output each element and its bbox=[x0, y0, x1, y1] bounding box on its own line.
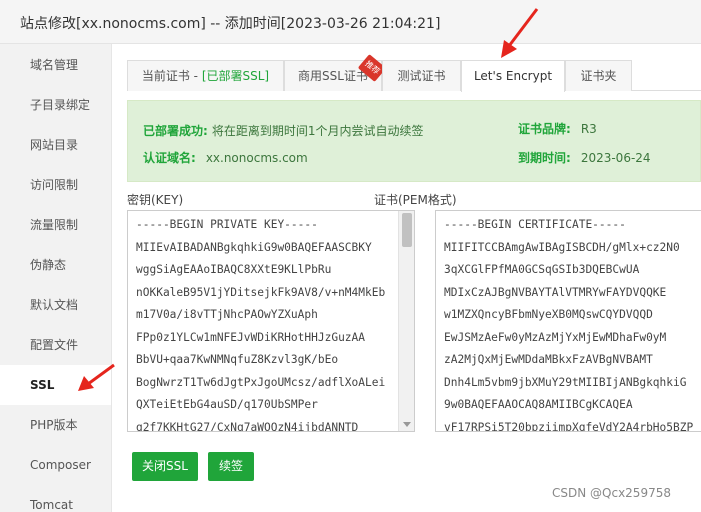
cert-line: MDIxCzAJBgNVBAYTAlVTMRYwFAYDVQQKE bbox=[444, 285, 667, 299]
sidebar-item-domain[interactable]: 域名管理 bbox=[0, 45, 111, 85]
cert-line: Dnh4Lm5vbm9jbXMuY29tMIIBIjANBgkqhkiG bbox=[444, 375, 687, 389]
tab-current-cert-label: 当前证书 - bbox=[141, 69, 202, 83]
cert-line: zA2MjQxMjEwMDdaMBkxFzAVBgNVBAMT bbox=[444, 353, 653, 366]
brand-value: R3 bbox=[580, 122, 597, 136]
tab-test-cert-label: 测试证书 bbox=[397, 69, 446, 83]
cert-line: MIIFITCCBAmgAwIBAgISBCDH/gMlx+cz2N0 bbox=[444, 240, 680, 254]
main-panel: 当前证书 - [已部署SSL] 商用SSL证书 推荐 测试证书 Let's En… bbox=[127, 44, 701, 512]
key-line: MIIEvAIBADANBgkqhkiG9w0BAQEFAASCBKY bbox=[136, 240, 372, 254]
cert-line: w1MZXQncyBFbmNyeXB0MQswCQYDVQQD bbox=[444, 308, 653, 321]
tab-commercial-ssl[interactable]: 商用SSL证书 推荐 bbox=[284, 54, 387, 91]
key-line: BogNwrzT1Tw6dJgtPxJgoUMcsz/adflXoALei bbox=[136, 375, 386, 389]
tab-cert-folder-label: 证书夹 bbox=[580, 69, 617, 83]
cert-info-panel: 已部署成功: 将在距离到期时间1个月内尝试自动续签 认证域名: xx.nonocms… bbox=[127, 100, 701, 182]
expiry-label: 到期时间: bbox=[518, 151, 571, 165]
key-line: nOKKaleB95V1jYDitsejkFk9AV8/v+nM4MkEb bbox=[136, 285, 386, 299]
key-line: m17V0a/i8vTTjNhcPAOwYZXuAph bbox=[136, 308, 318, 321]
tab-commercial-ssl-label: 商用SSL证书 bbox=[298, 69, 368, 83]
sidebar-item-subdir[interactable]: 子目录绑定 bbox=[0, 85, 111, 125]
cert-line: 9w0BAQEFAAOCAQ8AMIIBCgKCAQEA bbox=[444, 398, 633, 411]
key-label: 密钥(KEY) bbox=[127, 193, 184, 207]
key-line: QXTeiEtEbG4auSD/q170UbSMPer bbox=[136, 398, 318, 411]
tab-letsencrypt-label: Let's Encrypt bbox=[473, 69, 553, 83]
expiry-value: 2023-06-24 bbox=[580, 151, 651, 165]
sidebar-item-php-version[interactable]: PHP版本 bbox=[0, 405, 111, 445]
close-ssl-button[interactable]: 关闭SSL bbox=[132, 452, 198, 481]
brand-label: 证书品牌: bbox=[518, 122, 571, 136]
tab-test-cert[interactable]: 测试证书 bbox=[382, 60, 461, 91]
key-line: FPp0z1YLCw1mNFEJvWDiKRHotHHJzGuzAA bbox=[136, 330, 366, 344]
cert-line: vF17RPSi5T20bpziimpXqfeVdY2A4rbHo5BZP bbox=[444, 420, 694, 432]
domain-value: xx.nonocms.com bbox=[205, 151, 308, 165]
key-textarea[interactable]: -----BEGIN PRIVATE KEY----- MIIEvAIBADAN… bbox=[127, 210, 415, 432]
key-line: wggSiAgEAAoIBAQC8XXtE9KLlPbRu bbox=[136, 263, 332, 276]
deployed-value: 将在距离到期时间1个月内尝试自动续签 bbox=[211, 124, 424, 138]
window-title: 站点修改[xx.nonocms.com] -- 添加时间[2023-03-26 … bbox=[0, 0, 701, 44]
cert-line: -----BEGIN CERTIFICATE----- bbox=[444, 218, 626, 231]
cert-textarea[interactable]: -----BEGIN CERTIFICATE----- MIIFITCCBAmg… bbox=[435, 210, 701, 432]
key-scrollbar[interactable] bbox=[398, 211, 414, 431]
key-line: g2f7KKHtG27/CxNq7aWOQzN4ijbdANNTD bbox=[136, 420, 359, 432]
sidebar: 域名管理 子目录绑定 网站目录 访问限制 流量限制 伪静态 默认文档 配置文件 … bbox=[0, 44, 112, 512]
tab-letsencrypt[interactable]: Let's Encrypt bbox=[461, 60, 565, 92]
domain-row: 认证域名: xx.nonocms.com bbox=[143, 149, 308, 166]
domain-label: 认证域名: bbox=[143, 151, 196, 165]
arrow-to-ssl-icon bbox=[78, 363, 115, 391]
renew-button[interactable]: 续签 bbox=[208, 452, 254, 481]
sidebar-item-composer[interactable]: Composer bbox=[0, 445, 111, 485]
tab-current-cert-status: [已部署SSL] bbox=[201, 69, 270, 83]
key-line: BbVU+qaa7KwNMNqfuZ8Kzvl3gK/bEo bbox=[136, 353, 339, 366]
key-line: -----BEGIN PRIVATE KEY----- bbox=[136, 218, 318, 231]
sidebar-item-site-dir[interactable]: 网站目录 bbox=[0, 125, 111, 165]
cert-label: 证书(PEM格式) bbox=[374, 193, 457, 207]
tab-cert-folder[interactable]: 证书夹 bbox=[565, 60, 632, 91]
sidebar-item-access-limit[interactable]: 访问限制 bbox=[0, 165, 111, 205]
deployed-row: 已部署成功: 将在距离到期时间1个月内尝试自动续签 bbox=[143, 122, 423, 139]
sidebar-item-config-file[interactable]: 配置文件 bbox=[0, 325, 111, 365]
ssl-tabs: 当前证书 - [已部署SSL] 商用SSL证书 推荐 测试证书 Let's En… bbox=[127, 54, 701, 92]
sidebar-item-traffic-limit[interactable]: 流量限制 bbox=[0, 205, 111, 245]
sidebar-item-default-doc[interactable]: 默认文档 bbox=[0, 285, 111, 325]
sidebar-item-tomcat[interactable]: Tomcat bbox=[0, 485, 111, 512]
brand-row: 证书品牌: R3 bbox=[518, 120, 597, 137]
csdn-watermark: CSDN @Qcx259758 bbox=[552, 486, 671, 500]
key-scrollbar-thumb[interactable] bbox=[402, 213, 412, 247]
scroll-down-icon[interactable] bbox=[403, 422, 411, 427]
expiry-row: 到期时间: 2023-06-24 bbox=[518, 149, 651, 166]
deployed-label: 已部署成功: bbox=[143, 124, 208, 138]
cert-line: EwJSMzAeFw0yMzAzMjYxMjEwMDhaFw0yM bbox=[444, 330, 667, 344]
tab-current-cert[interactable]: 当前证书 - [已部署SSL] bbox=[127, 60, 284, 91]
sidebar-item-rewrite[interactable]: 伪静态 bbox=[0, 245, 111, 285]
arrow-to-letsencrypt-icon bbox=[501, 8, 539, 58]
cert-line: 3qXCGlFPfMA0GCSqGSIb3DQEBCwUA bbox=[444, 263, 640, 276]
